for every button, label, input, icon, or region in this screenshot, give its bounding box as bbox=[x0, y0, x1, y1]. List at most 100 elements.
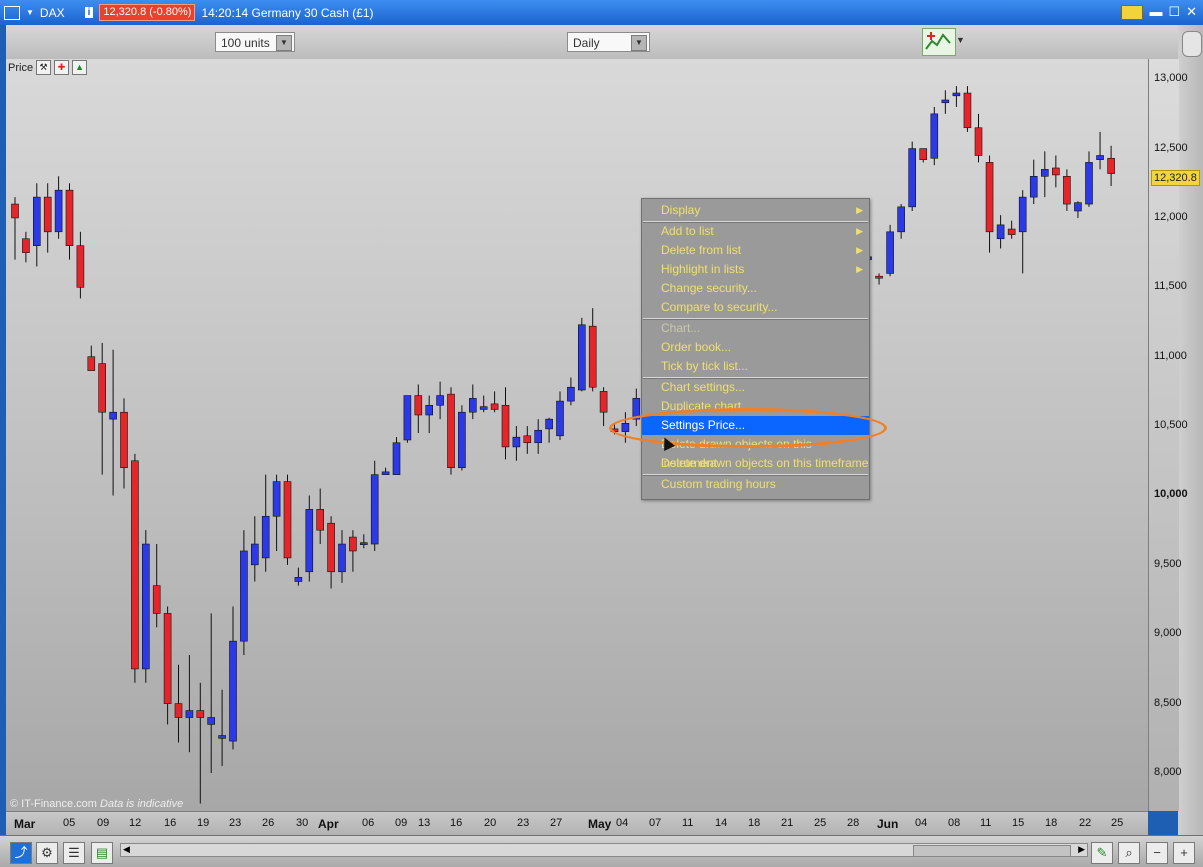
candle-up bbox=[512, 436, 521, 448]
x-tick-label: 27 bbox=[550, 817, 563, 829]
horizontal-scrollbar[interactable]: ◀ ▶ bbox=[120, 843, 1088, 857]
info-icon[interactable]: i bbox=[84, 7, 94, 18]
x-tick-label: 11 bbox=[980, 817, 992, 829]
title-bar-left: ▼ DAX i 12,320.8 (-0.80%) 14:20:14 Germa… bbox=[4, 4, 374, 21]
scroll-left-icon[interactable]: ◀ bbox=[123, 844, 130, 855]
x-tick-label: 23 bbox=[517, 817, 530, 829]
list-icon[interactable]: ☰ bbox=[63, 842, 85, 864]
menu-item-display[interactable]: Display ▶ bbox=[642, 201, 869, 220]
menu-item-highlight-in-lists[interactable]: Highlight in lists ▶ bbox=[642, 260, 869, 279]
menu-item-tick-by-tick-list[interactable]: Tick by tick list... bbox=[642, 357, 869, 376]
share-icon[interactable]: ⤴ bbox=[10, 842, 32, 864]
x-axis[interactable] bbox=[6, 811, 1148, 836]
units-value: 100 units bbox=[221, 36, 270, 50]
candle-up bbox=[952, 92, 961, 97]
menu-item-chart: Chart... bbox=[642, 319, 869, 338]
candle-down bbox=[131, 460, 139, 670]
y-tick-label: 13,000 bbox=[1154, 72, 1188, 85]
menu-item-compare-to-security[interactable]: Compare to security... bbox=[642, 298, 869, 317]
chevron-down-icon[interactable]: ▼ bbox=[631, 35, 647, 51]
keyboard-icon[interactable] bbox=[1121, 5, 1144, 20]
panel-toggle-icon[interactable] bbox=[1182, 31, 1202, 57]
move-up-icon[interactable]: ▲ bbox=[72, 60, 88, 75]
x-tick-label: 08 bbox=[948, 817, 961, 829]
copyright-text: © IT-Finance.com bbox=[10, 798, 97, 810]
layers-icon[interactable]: ▤ bbox=[91, 842, 113, 864]
x-tick-label: 19 bbox=[197, 817, 210, 829]
candle-up bbox=[897, 206, 905, 233]
candlestick-chart[interactable] bbox=[6, 59, 1148, 811]
candle-up bbox=[425, 404, 434, 416]
remove-indicator-icon[interactable]: ✚ bbox=[54, 60, 70, 75]
candle-down bbox=[120, 411, 128, 469]
chart-toolbar: 100 units ▼ Daily ▼ ▼ bbox=[6, 25, 1178, 60]
scroll-right-icon[interactable]: ▶ bbox=[1078, 844, 1085, 855]
menu-item-delete-from-list[interactable]: Delete from list ▶ bbox=[642, 241, 869, 260]
wrench-icon[interactable]: ⚒ bbox=[36, 60, 52, 75]
candle-down bbox=[974, 127, 983, 156]
add-indicator-button[interactable] bbox=[922, 28, 956, 56]
zoom-out-icon[interactable]: − bbox=[1146, 842, 1168, 864]
menu-item-custom-trading-hours[interactable]: Custom trading hours bbox=[642, 475, 869, 494]
candle-down bbox=[327, 522, 335, 573]
y-tick-label: 12,000 bbox=[1154, 210, 1188, 223]
menu-item-chart-settings[interactable]: Chart settings... bbox=[642, 378, 869, 397]
candle-down bbox=[963, 92, 972, 129]
chevron-down-icon[interactable]: ▼ bbox=[276, 35, 292, 51]
x-tick-label: 22 bbox=[1079, 817, 1092, 829]
candle-up bbox=[577, 324, 586, 391]
indicative-note: Data is indicative bbox=[100, 798, 184, 810]
candle-down bbox=[11, 203, 19, 219]
candle-up bbox=[886, 231, 894, 274]
units-select[interactable]: 100 units ▼ bbox=[215, 32, 295, 52]
menu-item-delete-drawn-objects-on-this-timeframe[interactable]: Delete drawn objects on this timeframe bbox=[642, 454, 869, 473]
candle-up bbox=[1074, 202, 1082, 212]
candle-up bbox=[109, 411, 117, 420]
candle-up bbox=[403, 395, 412, 441]
x-tick-label: 20 bbox=[484, 817, 497, 829]
scrollbar-thumb[interactable] bbox=[913, 845, 1071, 857]
candle-up bbox=[468, 398, 477, 413]
candle-down bbox=[87, 356, 96, 371]
candle-down bbox=[283, 481, 292, 559]
y-tick-label: 9,000 bbox=[1154, 627, 1182, 640]
price-chart[interactable] bbox=[6, 59, 1148, 811]
chevron-down-icon[interactable]: ▼ bbox=[26, 8, 34, 17]
minimize-icon[interactable]: ▬ bbox=[1149, 4, 1162, 20]
submenu-arrow-icon: ▶ bbox=[856, 205, 863, 215]
zoom-select-icon[interactable]: ⌕ bbox=[1118, 842, 1140, 864]
candle-down bbox=[65, 189, 74, 246]
settings-icon[interactable]: ⚙ bbox=[36, 842, 58, 864]
close-icon[interactable]: ✕ bbox=[1186, 4, 1197, 20]
candle-down bbox=[447, 393, 455, 469]
menu-item-label: Compare to security... bbox=[661, 300, 778, 314]
drawing-tools-icon[interactable]: ✎ bbox=[1091, 842, 1113, 864]
candle-up bbox=[251, 543, 259, 566]
chart-type-icon[interactable] bbox=[4, 5, 20, 20]
menu-item-label: Display bbox=[661, 203, 701, 217]
current-price-tag: 12,320.8 bbox=[1151, 170, 1200, 186]
zoom-in-icon[interactable]: + bbox=[1173, 842, 1195, 864]
x-tick-label: 14 bbox=[715, 817, 728, 829]
submenu-arrow-icon: ▶ bbox=[856, 264, 863, 274]
menu-item-label: Add to list bbox=[661, 224, 714, 238]
y-tick-label: 9,500 bbox=[1154, 557, 1182, 570]
candle-up bbox=[556, 400, 564, 437]
instrument-name[interactable]: DAX bbox=[40, 6, 65, 20]
candle-up bbox=[294, 577, 303, 582]
menu-item-order-book[interactable]: Order book... bbox=[642, 338, 869, 357]
maximize-icon[interactable]: ☐ bbox=[1168, 4, 1180, 20]
indicator-name[interactable]: Price bbox=[8, 62, 33, 74]
x-tick-label: 05 bbox=[63, 817, 76, 829]
x-tick-label: 13 bbox=[418, 817, 431, 829]
chevron-down-icon[interactable]: ▼ bbox=[956, 35, 965, 45]
x-tick-label: 23 bbox=[229, 817, 242, 829]
menu-item-change-security[interactable]: Change security... bbox=[642, 279, 869, 298]
menu-item-add-to-list[interactable]: Add to list ▶ bbox=[642, 222, 869, 241]
timeframe-select[interactable]: Daily ▼ bbox=[567, 32, 650, 52]
candle-up bbox=[479, 406, 488, 410]
candle-up bbox=[1041, 169, 1049, 177]
x-tick-label: 04 bbox=[616, 817, 629, 829]
submenu-arrow-icon: ▶ bbox=[856, 226, 863, 236]
candle-up bbox=[392, 442, 401, 475]
